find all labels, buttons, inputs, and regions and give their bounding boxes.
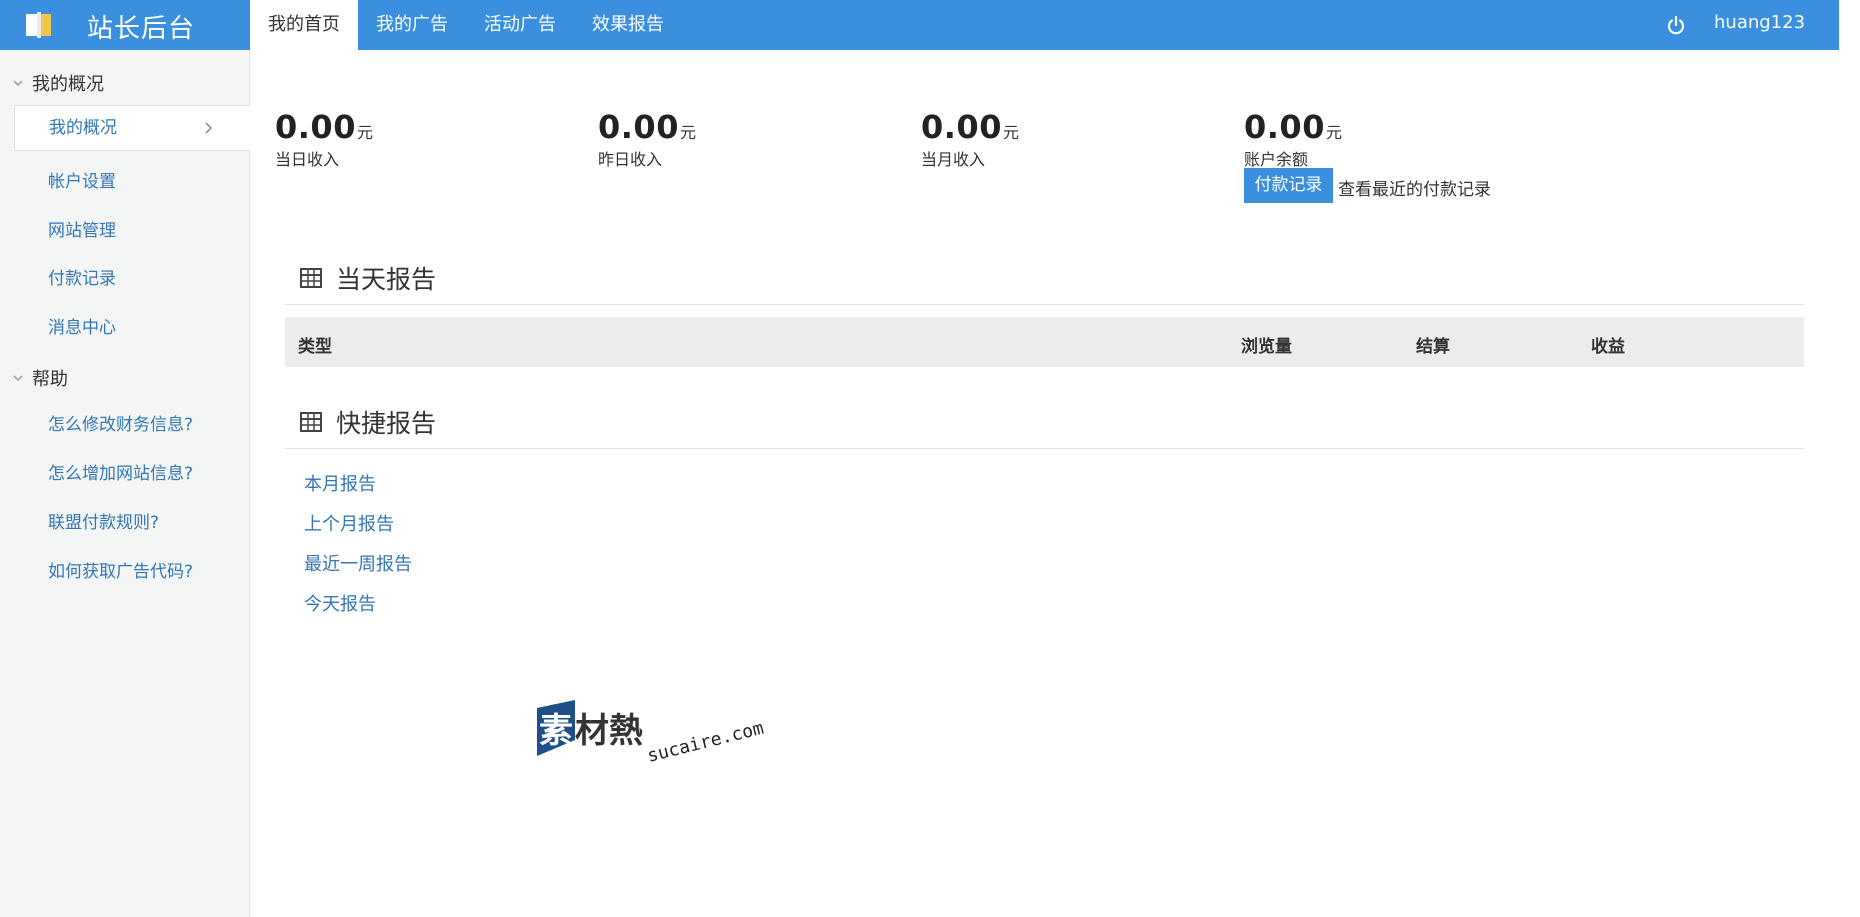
stat-label: 账户余额 [1244,150,1309,169]
table-icon [300,268,322,288]
payment-records-hint: 查看最近的付款记录 [1338,180,1491,200]
sidebar-item-payment-records[interactable]: 付款记录 [48,264,116,289]
stat-account-balance: 0.00元 账户余额 [1244,108,1342,170]
chevron-right-icon [205,122,213,134]
link-today-report[interactable]: 今天报告 [304,590,376,616]
sidebar-item-account-settings[interactable]: 帐户设置 [48,167,116,192]
column-header-views: 浏览量 [1241,337,1292,357]
sidebar-group-help[interactable]: 帮助 [0,363,68,393]
stat-yesterday-income: 0.00元 昨日收入 [598,108,696,170]
sidebar-item-help-add-site[interactable]: 怎么增加网站信息? [48,459,193,484]
stat-label: 当日收入 [275,150,340,169]
stat-value: 0.00 [275,108,356,146]
link-last-week-report[interactable]: 最近一周报告 [304,550,412,576]
section-title-text: 快捷报告 [336,409,437,438]
table-header: 类型 浏览量 结算 收益 [285,317,1804,367]
link-this-month-report[interactable]: 本月报告 [304,470,376,496]
sidebar-group-label: 我的概况 [32,74,104,95]
svg-text:素: 素 [539,711,573,751]
stat-label: 昨日收入 [598,150,663,169]
chevron-down-icon [13,375,23,382]
nav-campaign-ads[interactable]: 活动广告 [466,0,574,50]
column-header-settlement: 结算 [1416,337,1450,357]
nav-home[interactable]: 我的首页 [250,0,358,50]
quick-report-heading: 快捷报告 [300,404,436,440]
sidebar: 我的概况 我的概况 帐户设置 网站管理 付款记录 消息中心 帮助 怎么修改财务信… [0,50,250,917]
stat-unit: 元 [356,123,373,142]
link-last-month-report[interactable]: 上个月报告 [304,510,394,536]
nav-my-ads[interactable]: 我的广告 [358,0,466,50]
sidebar-item-message-center[interactable]: 消息中心 [48,313,116,338]
brand[interactable]: 站长后台 [0,0,250,50]
table-icon [300,412,322,432]
watermark-logo: 素 材熱 sucaire.com [537,700,766,767]
sidebar-item-help-finance[interactable]: 怎么修改财务信息? [48,410,193,435]
svg-text:材熱: 材熱 [575,711,643,751]
column-header-revenue: 收益 [1591,337,1625,357]
divider [285,304,1804,305]
divider [285,448,1804,449]
stat-value: 0.00 [1244,108,1325,146]
stat-label: 当月收入 [921,150,986,169]
payment-records-button[interactable]: 付款记录 [1244,168,1333,203]
today-report-heading: 当天报告 [300,260,436,296]
sidebar-item-overview[interactable]: 我的概况 [14,105,250,151]
brand-title: 站长后台 [87,14,196,44]
sidebar-item-label: 我的概况 [49,118,117,138]
logo-icon [26,12,51,38]
stat-month-income: 0.00元 当月收入 [921,108,1019,170]
sidebar-item-help-payment-rules[interactable]: 联盟付款规则? [48,508,159,533]
sidebar-group-label: 帮助 [32,369,68,390]
stat-unit: 元 [1325,123,1342,142]
sidebar-item-help-ad-code[interactable]: 如何获取广告代码? [48,557,193,582]
sidebar-group-overview[interactable]: 我的概况 [0,68,104,98]
stat-value: 0.00 [921,108,1002,146]
nav-performance-report[interactable]: 效果报告 [574,0,682,50]
stat-value: 0.00 [598,108,679,146]
stat-today-income: 0.00元 当日收入 [275,108,373,170]
power-icon[interactable] [1664,13,1688,37]
chevron-down-icon [13,80,23,87]
section-title-text: 当天报告 [336,265,437,294]
stat-unit: 元 [1002,123,1019,142]
svg-text:sucaire.com: sucaire.com [645,718,766,767]
stat-unit: 元 [679,123,696,142]
main-nav: 我的首页 我的广告 活动广告 效果报告 [250,0,682,50]
column-header-type: 类型 [298,337,332,357]
sidebar-item-site-management[interactable]: 网站管理 [48,216,116,241]
top-navbar: 站长后台 我的首页 我的广告 活动广告 效果报告 huang123 [0,0,1839,50]
username[interactable]: huang123 [1714,12,1805,33]
